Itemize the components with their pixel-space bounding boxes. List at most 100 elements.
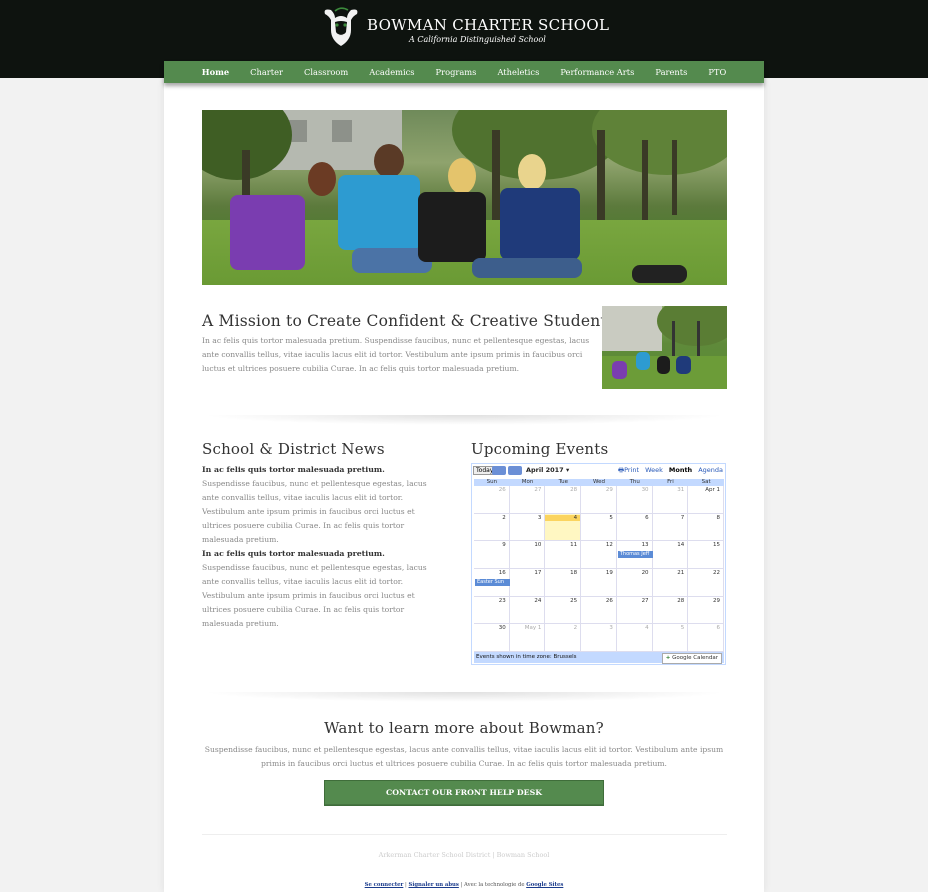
calendar-day-cell[interactable]: 2: [474, 513, 510, 542]
calendar-day-cell[interactable]: 22: [688, 568, 724, 597]
events-calendar[interactable]: Today April 2017 ▾ 🖶Print Week Month Age…: [471, 463, 726, 665]
calendar-day-number: 28: [570, 487, 578, 493]
calendar-day-cell[interactable]: 27: [509, 486, 546, 514]
calendar-day-number: 4: [545, 514, 581, 521]
calendar-day-cell[interactable]: 28: [652, 596, 689, 625]
calendar-day-number: 29: [605, 487, 613, 493]
news-item-heading: In ac felis quis tortor malesuada pretiu…: [202, 465, 385, 474]
nav-item-pto[interactable]: PTO: [708, 67, 726, 77]
calendar-day-cell[interactable]: 23: [474, 596, 510, 625]
footer-credits: Arkerman Charter School District | Bowma…: [378, 851, 550, 859]
calendar-day-cell[interactable]: 26: [581, 596, 617, 625]
calendar-next-button[interactable]: [508, 466, 522, 475]
mission-text: In ac felis quis tortor malesuada pretiu…: [202, 336, 590, 373]
calendar-day-cell[interactable]: 7: [652, 513, 689, 542]
calendar-day-cell[interactable]: 18: [545, 568, 582, 597]
nav-item-parents[interactable]: Parents: [655, 67, 687, 77]
calendar-day-cell[interactable]: 6: [616, 513, 653, 542]
nav-item-atheletics[interactable]: Atheletics: [497, 67, 539, 77]
calendar-weekday: Sun: [486, 479, 498, 485]
calendar-day-cell[interactable]: 24: [509, 596, 546, 625]
calendar-weekday-header: Sun Mon Tue Wed Thu Fri Sat: [474, 479, 724, 486]
calendar-day-number: 27: [641, 597, 649, 604]
footer-links: Se connecter | Signaler un abus | Avec l…: [364, 882, 564, 888]
calendar-event[interactable]: Thomas Jeff: [617, 551, 653, 559]
signin-link[interactable]: Se connecter: [365, 882, 404, 888]
google-calendar-button[interactable]: + Google Calendar: [661, 653, 722, 664]
calendar-day-number: 30: [641, 487, 649, 493]
calendar-day-cell[interactable]: 13 Thomas Jeff: [616, 541, 653, 569]
calendar-day-cell[interactable]: 8: [688, 513, 724, 542]
nav-item-programs[interactable]: Programs: [436, 67, 477, 77]
calendar-day-number: 8: [716, 514, 721, 521]
calendar-day-number: 2: [573, 625, 578, 632]
calendar-day-cell[interactable]: 20: [616, 568, 653, 597]
calendar-day-cell[interactable]: 6: [688, 624, 724, 652]
calendar-tab-agenda[interactable]: Agenda: [698, 466, 723, 477]
calendar-day-cell[interactable]: 21: [652, 568, 689, 597]
calendar-day-cell[interactable]: 5: [652, 624, 689, 652]
calendar-day-cell[interactable]: 9: [474, 541, 510, 569]
calendar-day-cell[interactable]: 15: [688, 541, 724, 569]
calendar-day-cell[interactable]: 4: [545, 513, 582, 542]
calendar-day-cell[interactable]: 29: [688, 596, 724, 625]
report-abuse-link[interactable]: Signaler un abus: [409, 882, 459, 888]
calendar-day-cell[interactable]: 4: [616, 624, 653, 652]
calendar-day-cell[interactable]: 27: [616, 596, 653, 625]
calendar-day-cell[interactable]: Apr 1: [688, 486, 724, 514]
calendar-day-cell[interactable]: 5: [581, 513, 617, 542]
calendar-day-cell[interactable]: 30: [616, 486, 653, 514]
bull-logo-icon[interactable]: [321, 6, 361, 50]
calendar-day-number: May 1: [524, 625, 542, 632]
calendar-day-number: 5: [680, 625, 685, 632]
calendar-day-cell[interactable]: 30: [474, 624, 510, 652]
calendar-day-cell[interactable]: 29: [581, 486, 617, 514]
calendar-day-cell[interactable]: 28: [545, 486, 582, 514]
calendar-day-cell[interactable]: May 1: [509, 624, 546, 652]
calendar-day-cell[interactable]: 3: [509, 513, 546, 542]
nav-item-performance-arts[interactable]: Performance Arts: [560, 67, 634, 77]
nav-item-classroom[interactable]: Classroom: [304, 67, 348, 77]
calendar-day-number: 26: [605, 597, 613, 604]
calendar-event[interactable]: Easter Sun: [475, 578, 510, 586]
mission-thumbnail: [602, 306, 727, 389]
calendar-view-tabs: 🖶Print Week Month Agenda: [618, 466, 723, 477]
calendar-day-cell[interactable]: 14: [652, 541, 689, 569]
calendar-day-cell[interactable]: 31: [652, 486, 689, 514]
calendar-print-button[interactable]: 🖶Print: [618, 466, 639, 477]
calendar-day-number: 7: [680, 514, 685, 521]
calendar-timezone-note: Events shown in time zone: Brussels: [476, 654, 577, 660]
google-sites-link[interactable]: Google Sites: [526, 882, 563, 888]
calendar-day-number: 22: [713, 569, 720, 576]
calendar-day-cell[interactable]: 19: [581, 568, 617, 597]
calendar-day-cell[interactable]: 3: [581, 624, 617, 652]
school-name: BOWMAN CHARTER SCHOOL: [367, 16, 610, 34]
calendar-day-number: 16: [498, 569, 506, 576]
calendar-day-cell[interactable]: 11: [545, 541, 582, 569]
calendar-month-label[interactable]: April 2017 ▾: [526, 466, 569, 474]
news-item-text: Suspendisse faucibus, nunc et pellentesq…: [202, 479, 427, 544]
calendar-day-number: 27: [534, 487, 542, 493]
calendar-day-cell[interactable]: 10: [509, 541, 546, 569]
nav-item-academics[interactable]: Academics: [369, 67, 414, 77]
calendar-tab-week[interactable]: Week: [645, 466, 663, 477]
calendar-day-cell[interactable]: 25: [545, 596, 582, 625]
contact-help-desk-button[interactable]: CONTACT OUR FRONT HELP DESK: [324, 780, 604, 806]
nav-item-charter[interactable]: Charter: [250, 67, 283, 77]
calendar-day-number: 31: [677, 487, 685, 493]
calendar-day-number: 30: [498, 625, 506, 632]
calendar-day-cell[interactable]: 12: [581, 541, 617, 569]
calendar-day-number: 10: [534, 542, 542, 549]
mission-title: A Mission to Create Confident & Creative…: [202, 312, 615, 330]
calendar-day-cell[interactable]: 16 Easter Sun: [474, 568, 510, 597]
calendar-day-cell[interactable]: 2: [545, 624, 582, 652]
calendar-prev-button[interactable]: [492, 466, 506, 475]
calendar-day-cell[interactable]: 17: [509, 568, 546, 597]
calendar-weekday: Thu: [629, 479, 640, 485]
nav-item-home[interactable]: Home: [202, 67, 229, 77]
news-item-text: Suspendisse faucibus, nunc et pellentesq…: [202, 563, 427, 628]
calendar-day-cell[interactable]: 26: [474, 486, 510, 514]
calendar-toolbar: Today April 2017 ▾ 🖶Print Week Month Age…: [472, 464, 725, 478]
calendar-tab-month[interactable]: Month: [669, 466, 692, 477]
news-title: School & District News: [202, 440, 385, 458]
